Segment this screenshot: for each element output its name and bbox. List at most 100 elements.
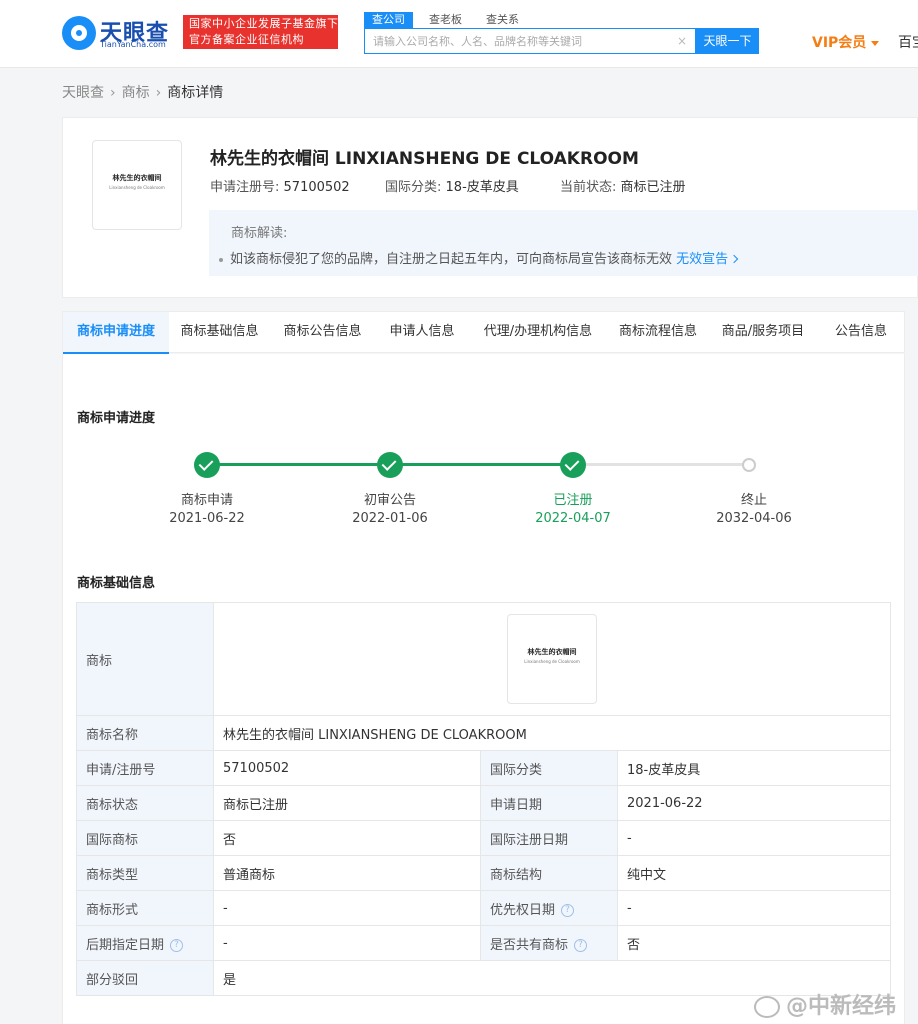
row-value: 林先生的衣帽间 LINXIANSHENG DE CLOAKROOM bbox=[212, 715, 892, 751]
tab-agency[interactable]: 代理/办理机构信息 bbox=[474, 312, 602, 354]
row-value: 纯中文 bbox=[616, 855, 892, 891]
interp-title: 商标解读: bbox=[231, 226, 288, 241]
row-key: 国际商标 bbox=[76, 820, 214, 856]
tab-goods-services[interactable]: 商品/服务项目 bbox=[713, 312, 813, 354]
row-key-label: 优先权日期 bbox=[490, 902, 556, 918]
tab-announcement[interactable]: 商标公告信息 bbox=[272, 312, 373, 354]
step-date: 2032-04-06 bbox=[716, 511, 792, 526]
interp-text: 如该商标侵犯了您的品牌，自注册之日起五年内，可向商标局宣告该商标无效 bbox=[230, 252, 673, 267]
row-value: 18-皮革皮具 bbox=[616, 750, 892, 786]
row-key: 商标类型 bbox=[76, 855, 214, 891]
row-value: 2021-06-22 bbox=[616, 785, 892, 821]
vip-menu[interactable]: VIP会员 bbox=[812, 32, 880, 52]
step-label: 商标申请 bbox=[180, 493, 233, 508]
bullet-icon bbox=[219, 257, 223, 262]
weibo-icon bbox=[754, 996, 780, 1018]
thumb-text-cn: 林先生的衣帽间 bbox=[112, 174, 162, 182]
table-row: 后期指定日期? - 是否共有商标? 否 bbox=[76, 925, 892, 961]
help-icon[interactable]: ? bbox=[561, 903, 575, 917]
status-label: 当前状态: bbox=[560, 180, 617, 195]
main-panel: 商标申请进度 商标申请 2021-06-22 初审公告 2022-01-06 已… bbox=[62, 354, 905, 1024]
step-label-current: 已注册 bbox=[553, 493, 593, 508]
trademark-image[interactable]: 林先生的衣帽间 Linxiansheng de Cloakroom bbox=[507, 614, 597, 704]
row-value: - bbox=[213, 925, 481, 961]
detail-tabs: 商标申请进度 商标基础信息 商标公告信息 申请人信息 代理/办理机构信息 商标流… bbox=[62, 311, 905, 354]
tab-notices[interactable]: 公告信息 bbox=[829, 312, 893, 354]
row-key: 商标形式 bbox=[76, 890, 214, 926]
row-value: 否 bbox=[616, 925, 892, 961]
badge-line-1: 国家中小企业发展子基金旗下 bbox=[189, 17, 338, 30]
step-pending-icon bbox=[742, 458, 756, 472]
row-value: - bbox=[616, 820, 892, 856]
weibo-watermark: @中新经纬 bbox=[754, 988, 896, 1020]
status-meta: 当前状态: 商标已注册 bbox=[560, 176, 686, 195]
table-row: 商标形式 - 优先权日期? - bbox=[76, 890, 892, 926]
row-key: 申请/注册号 bbox=[76, 750, 214, 786]
row-key-with-help: 是否共有商标? bbox=[480, 925, 618, 961]
top-header: 天眼查 TianYanCha.com 国家中小企业发展子基金旗下 官方备案企业征… bbox=[0, 0, 918, 68]
row-value: - bbox=[213, 890, 481, 926]
step-date: 2021-06-22 bbox=[169, 511, 245, 526]
chevron-right-icon bbox=[729, 254, 739, 263]
progress-section-title: 商标申请进度 bbox=[77, 411, 156, 426]
chevron-right-icon: › bbox=[110, 85, 116, 101]
row-value: 否 bbox=[213, 820, 481, 856]
breadcrumb-trademark[interactable]: 商标 bbox=[122, 85, 150, 101]
status-value: 商标已注册 bbox=[620, 180, 686, 195]
tab-basic-info[interactable]: 商标基础信息 bbox=[169, 312, 270, 354]
step-check-icon bbox=[194, 452, 220, 478]
help-icon[interactable]: ? bbox=[170, 938, 184, 952]
search-tab-boss[interactable]: 查老板 bbox=[421, 12, 470, 28]
basic-info-section-title: 商标基础信息 bbox=[77, 576, 156, 591]
row-key: 国际分类 bbox=[480, 750, 618, 786]
row-value: 商标已注册 bbox=[213, 785, 481, 821]
row-key: 商标结构 bbox=[480, 855, 618, 891]
breadcrumb: 天眼查 › 商标 › 商标详情 bbox=[62, 82, 223, 102]
step-date-current: 2022-04-07 bbox=[535, 511, 611, 526]
search-tab-relation[interactable]: 查关系 bbox=[478, 12, 527, 28]
tab-process[interactable]: 商标流程信息 bbox=[608, 312, 708, 354]
search-tab-company[interactable]: 查公司 bbox=[364, 12, 413, 28]
clear-icon[interactable]: × bbox=[677, 33, 687, 49]
table-row: 商标状态 商标已注册 申请日期 2021-06-22 bbox=[76, 785, 892, 821]
trademark-interpretation: 商标解读: 如该商标侵犯了您的品牌，自注册之日起五年内，可向商标局宣告该商标无效… bbox=[209, 210, 918, 276]
thumb-text-cn: 林先生的衣帽间 bbox=[527, 648, 577, 656]
trademark-title: 林先生的衣帽间 LINXIANSHENG DE CLOAKROOM bbox=[210, 149, 639, 169]
step-check-icon bbox=[377, 452, 403, 478]
row-key-with-help: 优先权日期? bbox=[480, 890, 618, 926]
tab-progress[interactable]: 商标申请进度 bbox=[63, 312, 169, 354]
row-key: 申请日期 bbox=[480, 785, 618, 821]
search-button[interactable]: 天眼一下 bbox=[696, 28, 759, 54]
row-key: 商标名称 bbox=[76, 715, 214, 751]
class-meta: 国际分类: 18-皮革皮具 bbox=[385, 176, 519, 195]
class-value: 18-皮革皮具 bbox=[445, 180, 519, 195]
breadcrumb-home[interactable]: 天眼查 bbox=[62, 85, 104, 101]
help-icon[interactable]: ? bbox=[574, 938, 588, 952]
nav-baibao[interactable]: 百宝 bbox=[898, 32, 918, 52]
reg-no-label: 申请注册号: bbox=[210, 180, 280, 195]
row-value: 普通商标 bbox=[213, 855, 481, 891]
invalidation-link-label: 无效宣告 bbox=[676, 252, 729, 267]
step-check-icon bbox=[560, 452, 586, 478]
eye-logo-icon bbox=[62, 16, 96, 50]
class-label: 国际分类: bbox=[385, 180, 442, 195]
table-row: 申请/注册号 57100502 国际分类 18-皮革皮具 bbox=[76, 750, 892, 786]
trademark-image-cell: 林先生的衣帽间 Linxiansheng de Cloakroom bbox=[212, 602, 892, 716]
row-value: - bbox=[616, 890, 892, 926]
interp-line: 如该商标侵犯了您的品牌，自注册之日起五年内，可向商标局宣告该商标无效 无效宣告 bbox=[219, 248, 739, 267]
trademark-thumbnail[interactable]: 林先生的衣帽间 Linxiansheng de Cloakroom bbox=[92, 140, 182, 230]
row-key: 商标状态 bbox=[76, 785, 214, 821]
table-row: 商标 林先生的衣帽间 Linxiansheng de Cloakroom bbox=[76, 602, 892, 716]
tab-applicant[interactable]: 申请人信息 bbox=[379, 312, 465, 354]
invalidation-link[interactable]: 无效宣告 bbox=[676, 252, 739, 267]
badge-line-2: 官方备案企业征信机构 bbox=[189, 33, 304, 46]
progress-line-pending bbox=[573, 463, 749, 466]
table-row: 国际商标 否 国际注册日期 - bbox=[76, 820, 892, 856]
row-key: 部分驳回 bbox=[76, 960, 214, 996]
search-input[interactable] bbox=[365, 29, 665, 53]
row-key: 国际注册日期 bbox=[480, 820, 618, 856]
thumb-text-en: Linxiansheng de Cloakroom bbox=[109, 185, 165, 190]
chevron-right-icon: › bbox=[155, 85, 162, 101]
breadcrumb-current: 商标详情 bbox=[167, 85, 224, 101]
site-logo[interactable]: 天眼查 TianYanCha.com bbox=[62, 14, 180, 52]
